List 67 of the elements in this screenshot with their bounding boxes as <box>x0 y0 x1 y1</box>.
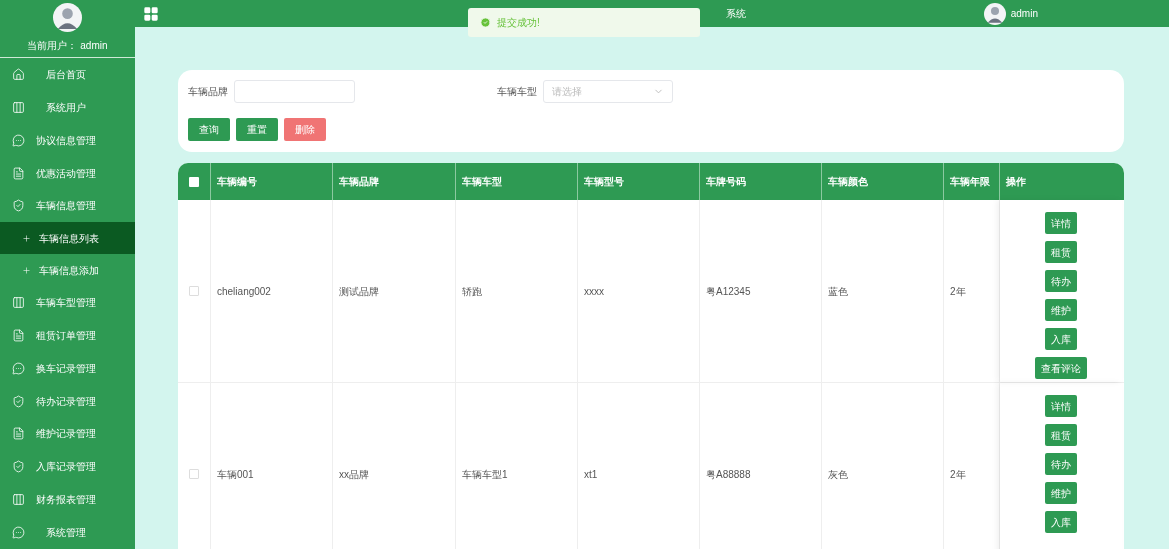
row-action-button[interactable]: 待办 <box>1045 453 1077 475</box>
sidebar-item[interactable]: 租赁订单管理 <box>0 318 135 352</box>
table-cell-text: 车辆001 <box>217 467 254 482</box>
table-cell-text: 轿跑 <box>462 284 482 299</box>
brand-field[interactable] <box>234 80 355 103</box>
action-button[interactable]: 重置 <box>236 118 278 141</box>
toast-message: 提交成功! <box>497 16 540 30</box>
row-checkbox[interactable] <box>189 469 199 479</box>
field-label: 车辆车型 <box>497 85 537 99</box>
plus-icon <box>22 265 31 275</box>
column-header: 车辆年限 <box>950 175 990 189</box>
table-cell-text: 测试品牌 <box>339 284 379 299</box>
table-cell-text: xx品牌 <box>339 467 369 482</box>
action-button[interactable]: 查询 <box>188 118 230 141</box>
column-header: 车辆型号 <box>584 175 624 189</box>
column-header: 操作 <box>1006 175 1026 189</box>
app-title: 系统 <box>726 7 746 21</box>
submenu-item[interactable]: 车辆信息列表 <box>0 222 135 255</box>
sidebar-item[interactable]: 系统用户 <box>0 90 135 124</box>
submenu-item[interactable]: 车辆信息添加 <box>0 254 135 287</box>
sidebar-item[interactable]: 换车记录管理 <box>0 351 135 385</box>
current-user: 当前用户： admin <box>27 39 108 53</box>
row-action-button[interactable]: 租赁 <box>1045 424 1077 446</box>
table-cell-text: 2年 <box>950 467 966 482</box>
column-header: 车辆车型 <box>462 175 502 189</box>
table-cell-text: 灰色 <box>828 467 848 482</box>
sidebar-item[interactable]: 财务报表管理 <box>0 483 135 517</box>
sidebar-item[interactable]: 待办记录管理 <box>0 384 135 418</box>
avatar <box>983 2 1006 25</box>
row-action-button[interactable]: 维护 <box>1045 299 1077 321</box>
table-cell-text: xxxx <box>584 284 604 299</box>
success-icon <box>480 17 491 28</box>
row-action-button[interactable]: 详情 <box>1045 395 1077 417</box>
row-action-button[interactable]: 入库 <box>1045 511 1077 533</box>
sidebar-item[interactable]: 优惠活动管理 <box>0 156 135 190</box>
table-cell-text: xt1 <box>584 467 598 482</box>
table-cell-text: 粤A12345 <box>706 284 751 299</box>
sidebar-item[interactable]: 车辆信息管理 <box>0 189 135 223</box>
row-action-button[interactable]: 租赁 <box>1045 241 1077 263</box>
row-action-button[interactable]: 待办 <box>1045 270 1077 292</box>
select-all-checkbox[interactable] <box>189 176 199 187</box>
sidebar-item[interactable]: 入库记录管理 <box>0 450 135 484</box>
table-cell-text: 蓝色 <box>828 284 848 299</box>
field-label: 车辆品牌 <box>188 85 228 99</box>
column-header: 车辆编号 <box>217 175 257 189</box>
row-action-button[interactable]: 维护 <box>1045 482 1077 504</box>
sidebar-item[interactable]: 协议信息管理 <box>0 123 135 157</box>
column-header: 车牌号码 <box>706 175 746 189</box>
row-action-button[interactable]: 入库 <box>1045 328 1077 350</box>
sidebar-item[interactable]: 后台首页 <box>0 58 135 91</box>
column-header: 车辆品牌 <box>339 175 379 189</box>
row-checkbox[interactable] <box>189 286 199 296</box>
avatar <box>53 3 82 32</box>
plus-icon <box>22 233 31 243</box>
sidebar-item[interactable]: 系统管理 <box>0 516 135 549</box>
row-action-button[interactable]: 详情 <box>1045 212 1077 234</box>
user-name[interactable]: admin <box>1010 6 1038 21</box>
sidebar-item[interactable]: 车辆车型管理 <box>0 286 135 319</box>
column-header: 车辆颜色 <box>828 175 868 189</box>
table-cell-text: cheliang002 <box>217 284 271 299</box>
sidebar-item[interactable]: 维护记录管理 <box>0 417 135 451</box>
action-button[interactable]: 删除 <box>284 118 326 141</box>
table-cell-text: 车辆车型1 <box>462 467 508 482</box>
table-cell-text: 粤A88888 <box>706 467 751 482</box>
row-action-button[interactable]: 查看评论 <box>1035 357 1087 379</box>
table-cell-text: 2年 <box>950 284 966 299</box>
type-select[interactable]: 请选择 <box>543 80 673 103</box>
